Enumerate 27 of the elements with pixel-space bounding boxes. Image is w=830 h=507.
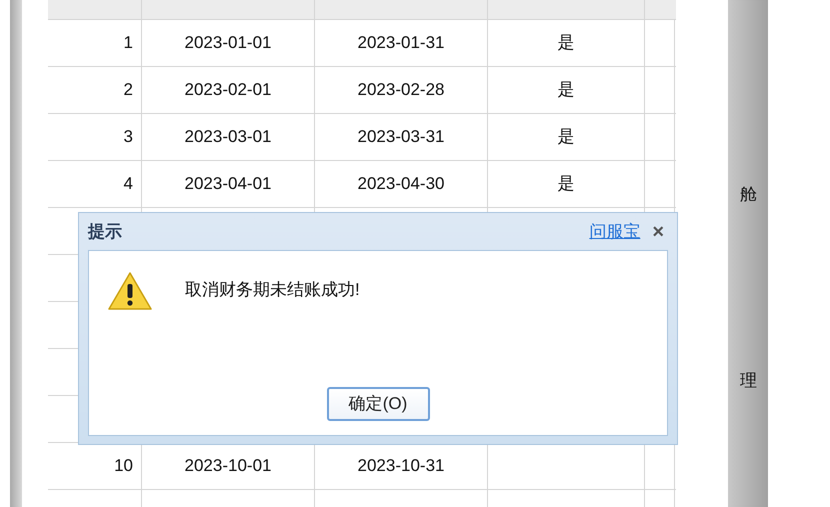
help-link[interactable]: 问服宝 — [589, 218, 640, 244]
table-cell-text: 是 — [558, 173, 574, 196]
table-cell-text: 2023-01-31 — [358, 32, 444, 54]
table-cell-text: 2023-03-01 — [184, 126, 272, 148]
table-cell-text: 2023-03-31 — [358, 126, 444, 148]
table-cell-text: 2023-04-01 — [184, 173, 272, 196]
table-cell-text: 2023-02-28 — [358, 79, 444, 102]
side-text: 理 — [740, 370, 758, 392]
table-cell-text: 2023-02-01 — [184, 79, 272, 102]
table-cell-text: 2023-01-01 — [184, 32, 272, 54]
dialog-title: 提示 — [88, 220, 122, 243]
table-cell-text: 3 — [124, 126, 133, 148]
table-cell-text: 是 — [558, 32, 574, 54]
table-cell-text: 是 — [558, 79, 574, 102]
table-cell-text: 2 — [124, 79, 133, 102]
table-cell-text: 10 — [114, 455, 133, 478]
close-button[interactable]: × — [652, 222, 664, 242]
table-cell-text: 2023-04-30 — [358, 173, 444, 196]
dialog-message: 取消财务期未结账成功! — [185, 279, 360, 301]
table-cell-text: 4 — [124, 173, 133, 196]
warning-icon — [107, 271, 153, 311]
table-cell-text: 1 — [124, 32, 133, 54]
table-cell-text: 是 — [558, 126, 574, 148]
table-cell-text: 2023-10-01 — [184, 455, 272, 478]
ok-button[interactable]: 确定(O) — [326, 387, 430, 421]
table-cell-text: 2023-10-31 — [358, 455, 444, 478]
side-text: 舱 — [740, 184, 758, 206]
